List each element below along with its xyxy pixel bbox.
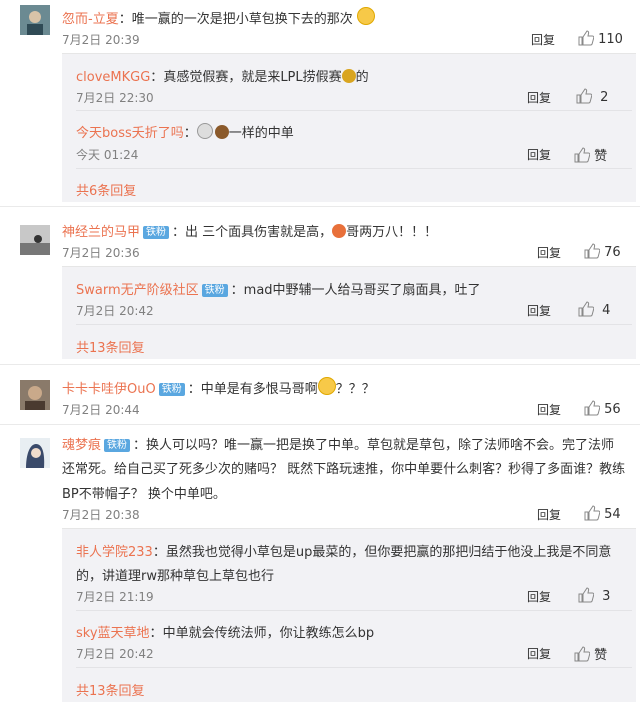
comment-line: 忽而-立夏：唯一赢的一次是把小草包换下去的那次: [62, 7, 375, 27]
avatar[interactable]: [20, 5, 50, 35]
reply-text: mad中野辅一人给马哥买了扇面具，吐了: [243, 283, 481, 298]
reply-button[interactable]: 回复: [537, 401, 561, 418]
like-button[interactable]: 2: [576, 88, 608, 105]
reply-button[interactable]: 回复: [531, 31, 555, 48]
username[interactable]: 魂梦痕: [62, 438, 101, 453]
comment-line: 神经兰的马甲 铁粉 ：出 三个面具伤害就是高， 哥两万八！！！: [62, 224, 438, 240]
comment-text: 换人可以吗？唯一赢一把是换了中单。草包就是草包，除了法师啥不会。完了法师: [146, 438, 615, 453]
comment-text-line3: BP不带帽子？ 换个中单吧。: [62, 487, 226, 502]
username[interactable]: 卡卡卡哇伊OuO: [62, 382, 156, 397]
reply-button[interactable]: 回复: [527, 588, 551, 605]
avatar[interactable]: [20, 380, 50, 410]
reply-button[interactable]: 回复: [527, 146, 551, 163]
reply-button[interactable]: 回复: [527, 645, 551, 662]
fan-badge: 铁粉: [104, 439, 131, 452]
timestamp: 7月2日 21:19: [76, 590, 154, 604]
reply-text-line2: 的，讲道理rw那种草包上草包也行: [76, 569, 274, 584]
username[interactable]: sky蓝天草地: [76, 626, 150, 641]
like-button[interactable]: 76: [584, 243, 621, 260]
thumb-up-icon: [584, 505, 601, 522]
ghost-emoji-icon: [196, 123, 213, 139]
like-button[interactable]: 110: [578, 30, 623, 47]
comment-line: 卡卡卡哇伊OuO 铁粉 ：中单是有多恨马哥啊？？？: [62, 377, 375, 397]
username[interactable]: Swarm无产阶级社区: [76, 283, 199, 298]
comment-text: 出 三个面具伤害就是高，: [185, 225, 333, 240]
thumb-up-icon: [584, 243, 601, 260]
like-count: 2: [600, 90, 609, 105]
reply-text: 一样的中单: [228, 126, 294, 141]
like-count: 110: [598, 32, 623, 47]
thumb-up-icon: [578, 301, 595, 318]
reply-text: 中单就会传统法师，你让教练怎么bp: [162, 626, 375, 641]
reply-line: cloveMKGG：真感觉假赛，就是来LPL捞假赛的: [76, 69, 369, 85]
username[interactable]: 忽而-立夏: [62, 12, 119, 27]
grin-emoji-icon: [317, 377, 336, 395]
reply-button[interactable]: 回复: [537, 506, 561, 523]
like-button[interactable]: 4: [578, 301, 610, 318]
username[interactable]: 神经兰的马甲: [62, 225, 140, 240]
like-button[interactable]: 赞: [574, 644, 607, 663]
reply-text-tail: 的: [355, 70, 369, 85]
like-count: 56: [604, 402, 621, 417]
comment-text-tail: 哥两万八！！！: [346, 225, 438, 240]
thumb-up-icon: [574, 147, 591, 164]
more-replies-link[interactable]: 共13条回复: [76, 680, 145, 699]
like-count: 赞: [594, 149, 608, 164]
timestamp: 7月2日 20:36: [62, 246, 140, 260]
fan-badge: 铁粉: [201, 284, 228, 297]
fan-badge: 铁粉: [143, 226, 170, 239]
timestamp: 7月2日 20:39: [62, 33, 140, 47]
more-replies-link[interactable]: 共13条回复: [76, 337, 145, 356]
comment-line: 魂梦痕 铁粉 ：换人可以吗？唯一赢一把是换了中单。草包就是草包，除了法师啥不会。完了…: [62, 438, 615, 453]
reply-button[interactable]: 回复: [527, 302, 551, 319]
thumb-up-icon: [576, 88, 593, 105]
avatar[interactable]: [20, 225, 50, 255]
like-count: 76: [604, 245, 621, 260]
username[interactable]: cloveMKGG: [76, 70, 150, 85]
timestamp: 7月2日 20:44: [62, 403, 140, 417]
comment-text-tail: ？？？: [335, 382, 375, 397]
reply-text: 虽然我也觉得小草包是up最菜的，但你要把赢的那把归结于他没上我是不同意: [165, 545, 612, 560]
reply-line: 今天boss夭折了吗： 一样的中单: [76, 122, 294, 141]
like-button[interactable]: 56: [584, 400, 621, 417]
fan-badge: 铁粉: [158, 383, 185, 396]
like-button[interactable]: 赞: [574, 145, 607, 164]
comment-text-line2: 还常死。给自己买了死多少次的赌吗？ 既然下路玩速推，你中单要什么刺客？秒得了多面…: [62, 462, 626, 477]
like-count: 3: [602, 589, 611, 604]
like-count: 4: [602, 303, 611, 318]
thumb-up-icon: [574, 646, 591, 663]
timestamp: 7月2日 20:38: [62, 508, 140, 522]
money-bag-emoji-icon: [341, 69, 356, 83]
like-button[interactable]: 54: [584, 505, 621, 522]
comment-text: 唯一赢的一次是把小草包换下去的那次: [131, 12, 353, 27]
thumb-up-icon: [584, 400, 601, 417]
reply-text: 真感觉假赛，就是来LPL捞假赛: [163, 70, 342, 85]
reply-button[interactable]: 回复: [537, 244, 561, 261]
timestamp: 今天 01:24: [76, 148, 139, 162]
thumb-up-icon: [578, 30, 595, 47]
timestamp: 7月2日 22:30: [76, 91, 154, 105]
reply-button[interactable]: 回复: [527, 89, 551, 106]
like-button[interactable]: 3: [578, 587, 610, 604]
fire-emoji-icon: [332, 224, 347, 238]
more-replies-link[interactable]: 共6条回复: [76, 180, 136, 199]
poop-emoji-icon: [214, 125, 229, 139]
like-count: 54: [604, 507, 621, 522]
comment-text: 中单是有多恨马哥啊: [200, 382, 318, 397]
avatar[interactable]: [20, 438, 50, 468]
username[interactable]: 今天boss夭折了吗: [76, 126, 184, 141]
like-count: 赞: [594, 648, 608, 663]
timestamp: 7月2日 20:42: [76, 647, 154, 661]
smile-emoji-icon: [356, 7, 375, 25]
thumb-up-icon: [578, 587, 595, 604]
timestamp: 7月2日 20:42: [76, 304, 154, 318]
username[interactable]: 非人学院233: [76, 545, 153, 560]
reply-line: 非人学院233：虽然我也觉得小草包是up最菜的，但你要把赢的那把归结于他没上我是…: [76, 545, 612, 560]
reply-line: sky蓝天草地：中单就会传统法师，你让教练怎么bp: [76, 626, 375, 641]
reply-line: Swarm无产阶级社区 铁粉 ：mad中野辅一人给马哥买了扇面具，吐了: [76, 283, 481, 298]
